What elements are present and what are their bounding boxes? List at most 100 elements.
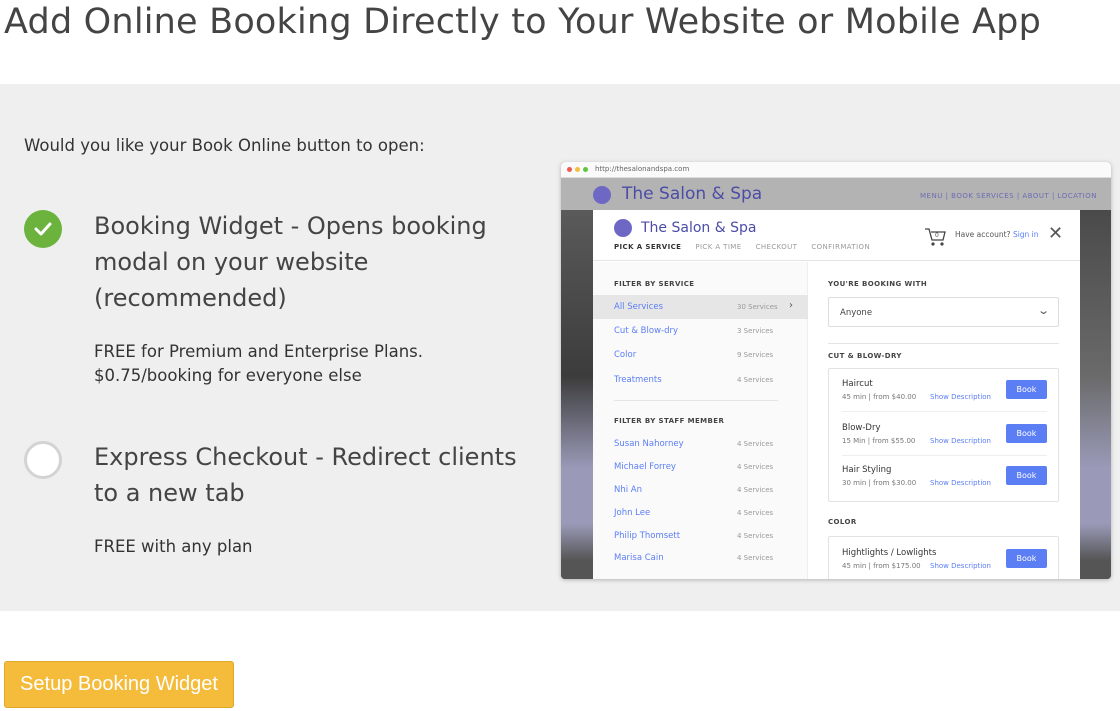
background-photo <box>1080 210 1111 579</box>
question-text: Would you like your Book Online button t… <box>24 136 425 155</box>
book-button: Book <box>1006 466 1047 485</box>
modal-header: The Salon & Spa PICK A SERVICE PICK A TIM… <box>593 210 1080 261</box>
sign-in-link: Sign in <box>1012 230 1039 239</box>
filter-count: 9 Services <box>737 351 774 359</box>
filter-count: 4 Services <box>737 486 774 494</box>
filter-sidebar: FILTER BY SERVICE All Services 30 Servic… <box>593 262 808 579</box>
step-confirmation: CONFIRMATION <box>811 243 871 251</box>
description-line: FREE for Premium and Enterprise Plans. <box>94 342 424 361</box>
minimize-dot-icon <box>575 167 580 172</box>
close-dot-icon <box>567 167 572 172</box>
book-button: Book <box>1006 380 1047 399</box>
service-meta: 45 min | from $175.00 <box>842 562 921 570</box>
filter-name: Michael Forrey <box>614 462 676 472</box>
service-card: Haircut 45 min | from $40.00 Show Descri… <box>828 368 1059 502</box>
account-text: Have account? <box>955 230 1011 239</box>
salon-logo-icon <box>593 186 611 204</box>
description-line: $0.75/booking for everyone else <box>94 366 362 385</box>
filter-name: Cut & Blow-dry <box>614 326 679 336</box>
filter-name: Nhi An <box>614 485 643 495</box>
show-description-link: Show Description <box>930 479 991 487</box>
cart-count: 0 <box>935 232 939 239</box>
filter-name: All Services <box>614 302 664 312</box>
filter-name: Susan Nahorney <box>614 439 684 449</box>
filter-count: 4 Services <box>737 376 774 384</box>
close-icon: ✕ <box>1048 223 1064 244</box>
service-item: Haircut 45 min | from $40.00 Show Descri… <box>829 369 1060 411</box>
staff-select: Anyone ⌄ <box>828 297 1059 327</box>
service-name: Hightlights / Lowlights <box>842 548 937 558</box>
book-button: Book <box>1006 424 1047 443</box>
filter-row: Marisa Cain 4 Services <box>593 546 808 570</box>
filter-row: Treatments 4 Services <box>593 368 808 392</box>
service-card: Hightlights / Lowlights 45 min | from $1… <box>828 536 1059 579</box>
divider <box>842 411 1047 412</box>
filter-row: John Lee 4 Services <box>593 501 808 525</box>
service-item: Hightlights / Lowlights 45 min | from $1… <box>829 538 1060 579</box>
setup-booking-widget-button[interactable]: Setup Booking Widget <box>4 661 234 708</box>
filter-staff-label: FILTER BY STAFF MEMBER <box>614 417 725 425</box>
cart-icon: 0 <box>924 227 948 247</box>
filter-count: 30 Services <box>737 303 778 311</box>
filter-service-label: FILTER BY SERVICE <box>614 280 695 288</box>
chevron-down-icon: ⌄ <box>1036 304 1050 317</box>
filter-count: 4 Services <box>737 532 774 540</box>
divider <box>614 400 778 401</box>
filter-row: Color 9 Services <box>593 343 808 367</box>
description-line: FREE with any plan <box>94 537 253 556</box>
service-item: Hair Styling 30 min | from $30.00 Show D… <box>829 455 1060 497</box>
service-name: Hair Styling <box>842 465 892 475</box>
options-panel: Would you like your Book Online button t… <box>0 84 1120 611</box>
option-title: Express Checkout - Redirect clients to a… <box>94 443 517 507</box>
radio-unchecked-icon[interactable] <box>24 441 62 479</box>
page-title: Add Online Booking Directly to Your Webs… <box>4 2 1042 42</box>
booking-widget-preview: http://thesalonandspa.com The Salon & Sp… <box>561 162 1111 579</box>
filter-row: Michael Forrey 4 Services <box>593 455 808 479</box>
color-section-label: COLOR <box>828 518 857 526</box>
filter-count: 4 Services <box>737 554 774 562</box>
chevron-right-icon: › <box>789 300 793 311</box>
option-description: FREE for Premium and Enterprise Plans. $… <box>94 340 534 388</box>
option-description: FREE with any plan <box>94 535 534 559</box>
browser-url: http://thesalonandspa.com <box>595 165 690 173</box>
filter-name: Color <box>614 350 637 360</box>
salon-logo-icon <box>614 219 632 237</box>
service-meta: 45 min | from $40.00 <box>842 393 917 401</box>
filter-name: Philip Thomsett <box>614 531 681 541</box>
book-button: Book <box>1006 549 1047 568</box>
browser-bar: http://thesalonandspa.com <box>561 162 1111 178</box>
service-meta: 30 min | from $30.00 <box>842 479 917 487</box>
filter-row: Cut & Blow-dry 3 Services <box>593 319 808 343</box>
radio-checked-icon[interactable] <box>24 210 62 248</box>
option-express-checkout[interactable]: Express Checkout - Redirect clients to a… <box>24 439 524 569</box>
account-prompt: Have account? Sign in <box>955 230 1039 239</box>
staff-select-value: Anyone <box>840 308 873 318</box>
site-nav: MENU | BOOK SERVICES | ABOUT | LOCATION <box>920 192 1097 200</box>
divider <box>828 343 1059 344</box>
filter-count: 3 Services <box>737 327 774 335</box>
modal-business-name: The Salon & Spa <box>641 220 757 236</box>
step-checkout: CHECKOUT <box>755 243 798 251</box>
cut-section-label: CUT & BLOW-DRY <box>828 352 902 360</box>
filter-name: Treatments <box>614 375 662 385</box>
service-item: Blow-Dry 15 Min | from $55.00 Show Descr… <box>829 413 1060 455</box>
service-meta: 15 Min | from $55.00 <box>842 437 916 445</box>
service-name: Blow-Dry <box>842 423 881 433</box>
show-description-link: Show Description <box>930 393 991 401</box>
show-description-link: Show Description <box>930 437 991 445</box>
step-pick-time: PICK A TIME <box>695 243 742 251</box>
filter-count: 4 Services <box>737 463 774 471</box>
site-name: The Salon & Spa <box>622 184 763 204</box>
filter-count: 4 Services <box>737 509 774 517</box>
option-title: Booking Widget - Opens booking modal on … <box>94 212 487 312</box>
filter-row: Susan Nahorney 4 Services <box>593 432 808 456</box>
show-description-link: Show Description <box>930 562 991 570</box>
option-booking-widget[interactable]: Booking Widget - Opens booking modal on … <box>24 208 524 388</box>
filter-name: John Lee <box>614 508 651 518</box>
background-photo <box>561 210 593 579</box>
maximize-dot-icon <box>583 167 588 172</box>
service-list: YOU'RE BOOKING WITH Anyone ⌄ CUT & BLOW-… <box>808 262 1080 579</box>
filter-count: 4 Services <box>737 440 774 448</box>
filter-row: All Services 30 Services › <box>593 295 808 319</box>
booking-modal: The Salon & Spa PICK A SERVICE PICK A TIM… <box>593 210 1080 579</box>
